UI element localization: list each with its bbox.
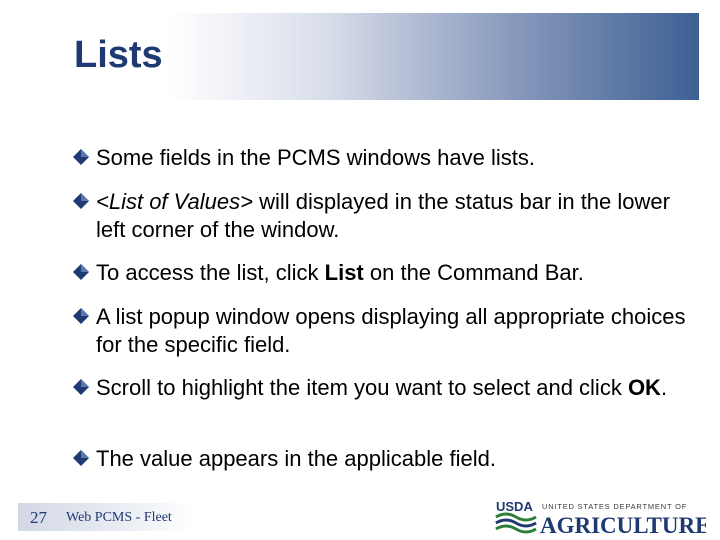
bullet-item: <List of Values> will displayed in the s…	[72, 188, 692, 244]
bullet-text: on the Command Bar.	[363, 260, 584, 285]
diamond-bullet-icon	[73, 308, 89, 324]
usda-logo: USDA UNITED STATES DEPARTMENT OF AGRICUL…	[495, 499, 706, 537]
diamond-bullet-icon	[73, 450, 89, 466]
diamond-bullet-icon	[73, 193, 89, 209]
usda-logo-short: USDA	[496, 499, 533, 514]
bullet-text: Some fields in the PCMS windows have lis…	[96, 145, 535, 170]
page-number: 27	[30, 508, 47, 527]
bullet-item: A list popup window opens displaying all…	[72, 303, 692, 359]
bullet-text: Scroll to highlight the item you want to…	[96, 375, 628, 400]
slide-title: Lists	[74, 34, 163, 76]
bullet-item: Scroll to highlight the item you want to…	[72, 374, 667, 402]
bullet-text: The value appears in the applicable fiel…	[96, 446, 496, 471]
bullet-text: To access the list, click	[96, 260, 325, 285]
bullet-italic-text: <List of Values>	[96, 189, 253, 214]
bullet-bold-text: List	[324, 260, 364, 285]
bullet-bold-text: OK	[627, 375, 661, 400]
bullet-item: Some fields in the PCMS windows have lis…	[72, 144, 535, 172]
diamond-bullet-icon	[73, 379, 89, 395]
bullet-text: A list popup window opens displaying all…	[96, 304, 686, 357]
footer-title: Web PCMS - Fleet	[66, 510, 172, 525]
bullet-item: To access the list, click List on the Co…	[72, 259, 584, 287]
diamond-bullet-icon	[73, 264, 89, 280]
usda-logo-department: UNITED STATES DEPARTMENT OF	[542, 502, 687, 511]
bullet-item: The value appears in the applicable fiel…	[72, 445, 496, 473]
usda-logo-agriculture: AGRICULTURE	[540, 513, 706, 537]
bullet-text: .	[660, 375, 668, 400]
diamond-bullet-icon	[73, 149, 89, 165]
